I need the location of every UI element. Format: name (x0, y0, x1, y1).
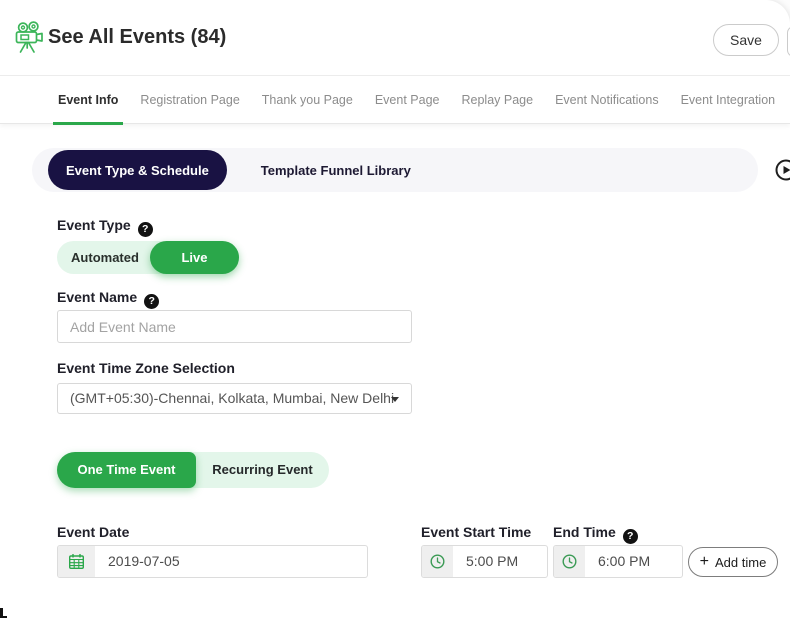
event-name-label: Event Name? (57, 289, 160, 309)
schedule-option-one-time[interactable]: One Time Event (57, 452, 196, 488)
help-icon[interactable]: ? (144, 294, 160, 309)
tab-thank-you-page[interactable]: Thank you Page (262, 76, 353, 124)
end-time-label: End Time? (553, 524, 638, 544)
movie-camera-icon (13, 20, 45, 59)
event-date-value: 2019-07-05 (108, 553, 180, 569)
end-time-value: 6:00 PM (598, 553, 651, 569)
tab-event-integration[interactable]: Event Integration (681, 76, 776, 124)
page-title: See All Events (84) (48, 26, 227, 48)
timezone-selected-value: (GMT+05:30)-Chennai, Kolkata, Mumbai, Ne… (70, 390, 395, 406)
play-video-icon[interactable] (775, 159, 790, 188)
clipped-artifact-bottom-left (0, 608, 7, 618)
start-time-label: Event Start Time (421, 524, 532, 540)
tab-event-info[interactable]: Event Info (52, 76, 124, 125)
add-time-button[interactable]: + Add time (688, 547, 778, 577)
timezone-select[interactable]: (GMT+05:30)-Chennai, Kolkata, Mumbai, Ne… (57, 383, 412, 414)
event-type-toggle: Automated Live (57, 241, 239, 274)
main-tabbar: Event Info Registration Page Thank you P… (0, 76, 790, 125)
save-button[interactable]: Save (713, 24, 779, 56)
event-editor-card: See All Events (84) Save Event Info Regi… (0, 0, 790, 618)
subtab-template-funnel-library[interactable]: Template Funnel Library (261, 163, 411, 178)
timezone-label: Event Time Zone Selection (57, 360, 235, 376)
help-icon[interactable]: ? (137, 222, 153, 237)
tab-registration-page[interactable]: Registration Page (140, 76, 239, 124)
tab-event-page[interactable]: Event Page (375, 76, 440, 124)
plus-icon: + (699, 552, 710, 570)
calendar-icon (58, 546, 95, 577)
event-date-label: Event Date (57, 524, 130, 540)
schedule-option-recurring[interactable]: Recurring Event (196, 452, 329, 488)
start-time-field[interactable]: 5:00 PM (421, 545, 548, 578)
sub-navbar: Event Type & Schedule Template Funnel Li… (32, 148, 758, 192)
add-time-label: Add time (715, 554, 767, 570)
clock-icon (554, 546, 585, 577)
subtab-event-type-schedule[interactable]: Event Type & Schedule (48, 150, 227, 190)
tab-replay-page[interactable]: Replay Page (461, 76, 533, 124)
clock-icon (422, 546, 453, 577)
schedule-type-toggle: One Time Event Recurring Event (57, 452, 329, 488)
event-name-input[interactable] (57, 310, 412, 343)
end-time-field[interactable]: 6:00 PM (553, 545, 683, 578)
event-type-option-automated[interactable]: Automated (57, 241, 153, 274)
dropdown-caret-icon (391, 397, 399, 402)
event-date-field[interactable]: 2019-07-05 (57, 545, 368, 578)
clipped-artifact-top-right (784, 0, 790, 7)
start-time-value: 5:00 PM (466, 553, 519, 569)
tab-event-notifications[interactable]: Event Notifications (555, 76, 659, 124)
event-type-option-live[interactable]: Live (150, 241, 239, 274)
help-icon[interactable]: ? (622, 529, 638, 544)
event-type-label: Event Type? (57, 217, 153, 237)
